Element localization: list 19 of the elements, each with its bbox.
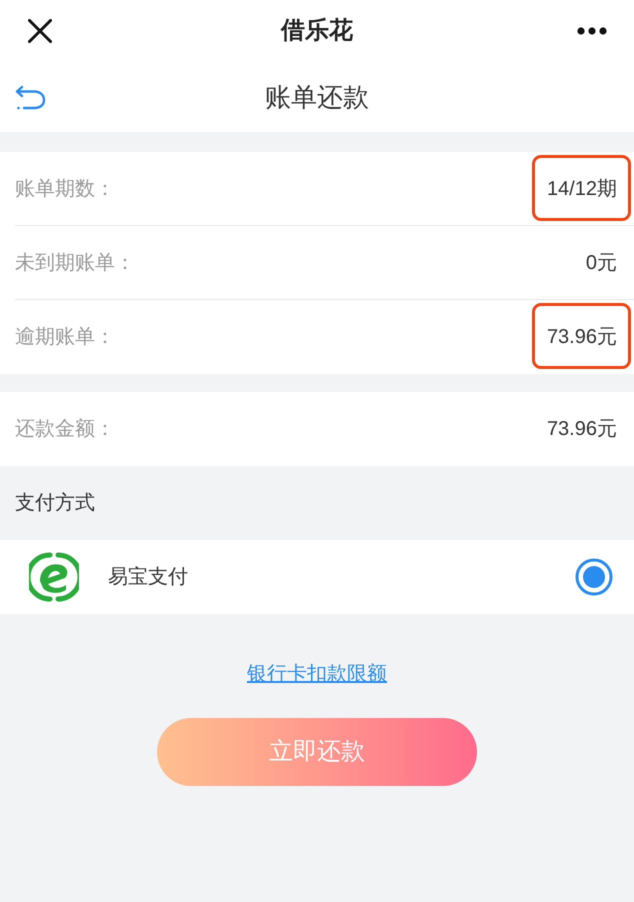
- e-logo-icon: [29, 552, 79, 602]
- row-label: 逾期账单：: [15, 325, 115, 350]
- limit-link[interactable]: 银行卡扣款限额: [247, 659, 387, 689]
- section-title: 支付方式: [15, 491, 95, 516]
- radio-selected-icon[interactable]: [575, 558, 613, 596]
- repay-button[interactable]: 立即还款: [157, 718, 477, 786]
- row-label: 账单期数：: [15, 177, 115, 202]
- back-arrow-icon[interactable]: [14, 85, 46, 110]
- row-label: 未到期账单：: [15, 251, 135, 276]
- app-title: 借乐花: [281, 16, 353, 46]
- row-value: 0元: [586, 251, 617, 276]
- more-icon[interactable]: [577, 27, 607, 35]
- close-icon[interactable]: [28, 19, 52, 43]
- row-label: 还款金额：: [15, 417, 115, 442]
- payment-method-name: 易宝支付: [108, 565, 188, 590]
- row-value: 73.96元: [546, 417, 617, 442]
- row-value: 14/12期: [546, 177, 617, 202]
- page-title: 账单还款: [265, 80, 369, 114]
- row-value: 73.96元: [546, 325, 617, 350]
